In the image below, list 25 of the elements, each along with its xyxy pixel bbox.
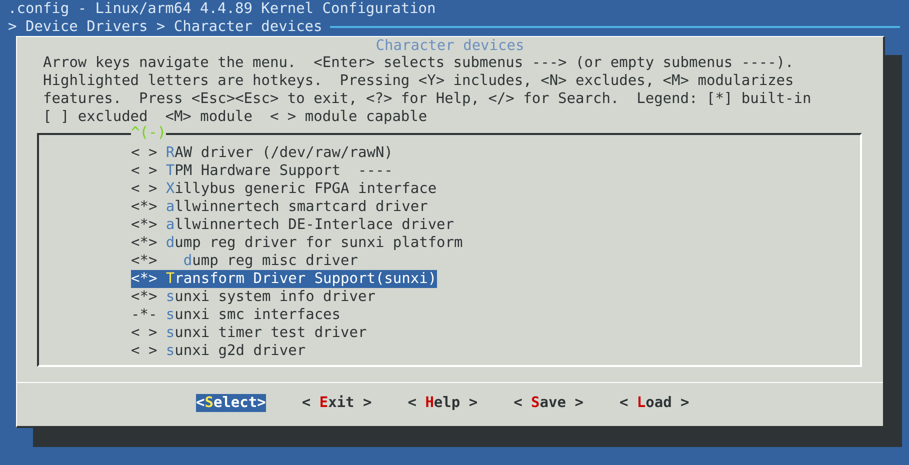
menu-item[interactable]: < > RAW driver (/dev/raw/rawN) bbox=[131, 144, 393, 162]
help-text: Arrow keys navigate the menu. <Enter> selects submenus ---> (or empty submenus ----). bbox=[43, 54, 795, 72]
dialog-button[interactable]: < Help > bbox=[408, 394, 478, 412]
menu-item[interactable]: < > sunxi timer test driver bbox=[131, 324, 367, 342]
menu-item[interactable]: < > TPM Hardware Support ---- bbox=[131, 162, 393, 180]
menu-item[interactable]: <*> dump reg misc driver bbox=[131, 252, 358, 270]
menu-item[interactable]: < > Xillybus generic FPGA interface bbox=[131, 180, 437, 198]
menu-item[interactable]: < > sunxi g2d driver bbox=[131, 342, 306, 360]
menu-item[interactable]: <*> allwinnertech DE-Interlace driver bbox=[131, 216, 454, 234]
help-text: features. Press <Esc><Esc> to exit, <?> for Help, </> for Search. Legend: [*] built-in bbox=[43, 90, 812, 108]
menu-item[interactable]: <*> allwinnertech smartcard driver bbox=[131, 198, 428, 216]
help-text: [ ] excluded <M> module < > module capable bbox=[43, 108, 428, 126]
breadcrumb: > Device Drivers > Character devices bbox=[8, 18, 322, 36]
dialog-button[interactable]: < Save > bbox=[514, 394, 584, 412]
help-text: Highlighted letters are hotkeys. Pressing <Y> includes, <N> excludes, <M> modularizes bbox=[43, 72, 795, 90]
dialog-button[interactable]: < Exit > bbox=[302, 394, 372, 412]
menu-item[interactable]: <*> sunxi system info driver bbox=[131, 288, 376, 306]
dialog-button[interactable]: <Select> bbox=[196, 394, 266, 412]
window-title: .config - Linux/arm64 4.4.89 Kernel Configuration bbox=[8, 1, 436, 17]
scroll-indicator: ^(-) bbox=[131, 124, 166, 142]
menu-item[interactable]: -*- sunxi smc interfaces bbox=[131, 306, 341, 324]
menu-item[interactable]: <*> dump reg driver for sunxi platform bbox=[131, 234, 463, 252]
dialog-button[interactable]: < Load > bbox=[619, 394, 690, 412]
menu-item[interactable]: <*> Transform Driver Support(sunxi) bbox=[131, 270, 437, 288]
dialog-title: Character devices bbox=[374, 37, 526, 55]
